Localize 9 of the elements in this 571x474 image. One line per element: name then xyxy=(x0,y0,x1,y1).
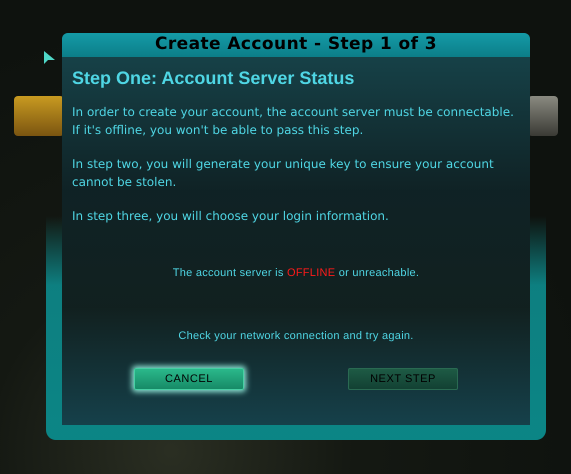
instruction-text: In step two, you will generate your unique key to ensure your account cannot be stolen. xyxy=(72,156,495,191)
instruction-text: In order to create your account, the account server must be connectable. If it's offline, you won't be able to pass this step. xyxy=(72,104,515,139)
cursor-icon xyxy=(44,51,56,65)
status-message: The account server is OFFLINE or unreachable. xyxy=(172,266,420,281)
hint-text: Check your network connection and try again. xyxy=(178,328,414,344)
dialog-button[interactable]: CANCEL xyxy=(134,368,244,390)
section-heading: Step One: Account Server Status xyxy=(72,67,356,89)
dialog-title: Create Account - Step 1 of 3 xyxy=(154,33,438,56)
instruction-text: In step three, you will choose your login information. xyxy=(72,208,390,225)
